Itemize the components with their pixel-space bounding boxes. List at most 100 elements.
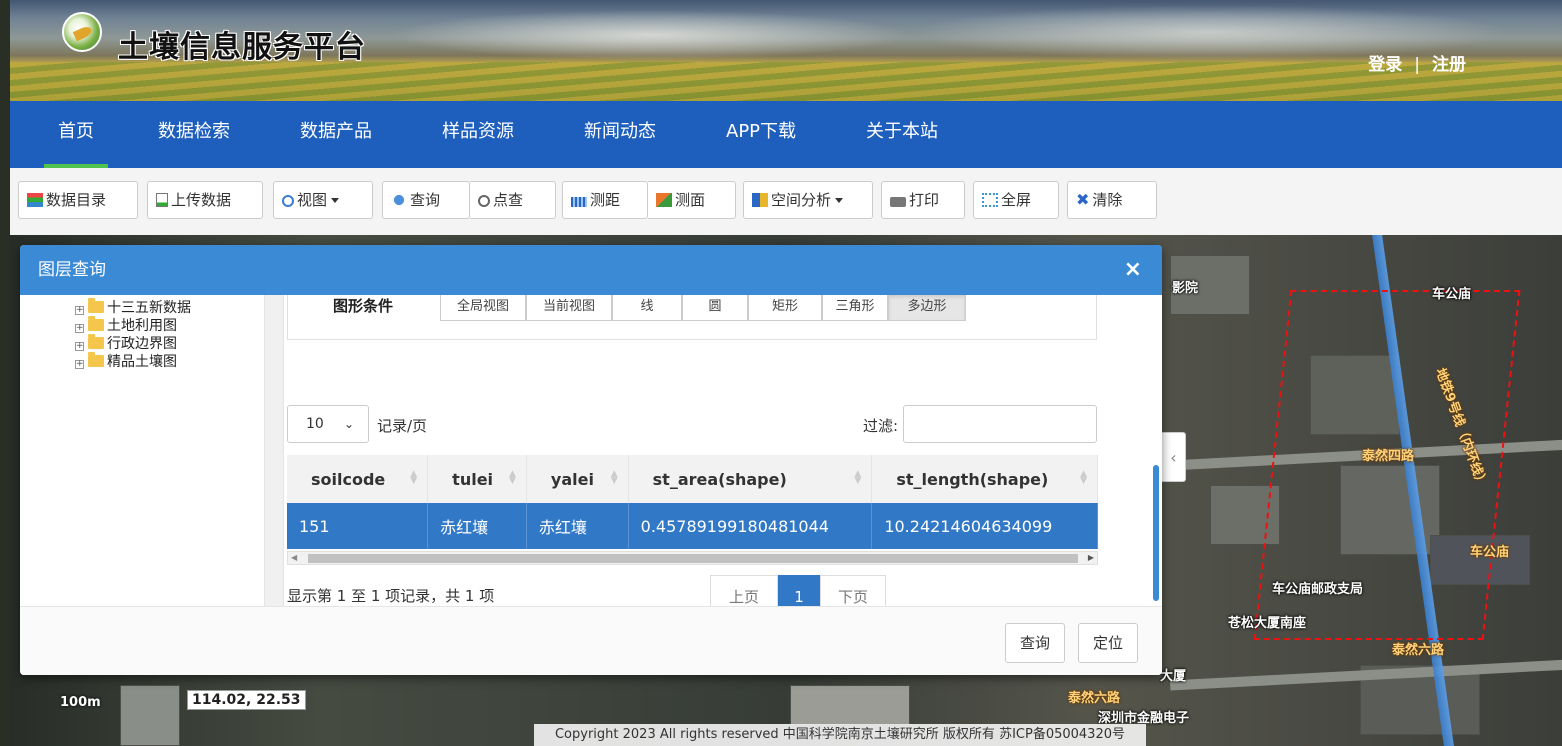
panel-divider[interactable] <box>264 295 284 606</box>
register-link[interactable]: 注册 <box>1432 55 1466 75</box>
layers-icon <box>27 193 43 207</box>
map-building <box>790 685 910 725</box>
site-title: 土壤信息服务平台 <box>118 30 366 65</box>
expand-icon[interactable]: + <box>75 360 84 369</box>
layer-query-dialog: 图层查询 × + 十三五新数据 + 土地利用图 + 行政边界图 + 精品土壤图 图形条件… <box>20 245 1162 675</box>
map-scale: 100m <box>60 695 101 710</box>
tree-item[interactable]: + 土地利用图 <box>75 316 191 335</box>
upload-file-icon <box>156 193 168 207</box>
sort-icon: ▲ ▼ <box>508 469 516 486</box>
chevron-down-icon <box>331 198 340 203</box>
nav-app-download[interactable]: APP下载 <box>726 101 796 168</box>
tree-item[interactable]: + 精品土壤图 <box>75 352 191 371</box>
nav-home[interactable]: 首页 <box>44 101 108 168</box>
scrollbar-thumb[interactable] <box>308 554 1078 563</box>
expand-icon[interactable]: + <box>75 324 84 333</box>
tree-item-label: 土地利用图 <box>107 318 177 334</box>
shape-condition-panel: 图形条件 全局视图 当前视图 线 圆 矩形 三角形 多边形 <box>287 295 1097 340</box>
column-header[interactable]: st_length(shape) ▲ ▼ <box>871 455 1098 503</box>
table-cell: 0.45789199180481044 <box>628 503 873 549</box>
measure-distance-button[interactable]: 测距 <box>562 181 648 219</box>
print-button[interactable]: 打印 <box>881 181 965 219</box>
scroll-left-icon[interactable]: ◀ <box>291 552 297 564</box>
tree-item-label: 精品土壤图 <box>107 354 177 370</box>
clear-button[interactable]: ✖ 清除 <box>1067 181 1157 219</box>
filter-input[interactable] <box>903 405 1097 443</box>
map-label: 车公庙邮政支局 <box>1272 582 1364 597</box>
map-toolbar: 数据目录 上传数据 视图 查询 点查 测距 测面 空间分析 打印 全屏 ✖ 清除 <box>10 168 1562 235</box>
records-per-page-label: 记录/页 <box>377 417 428 435</box>
dialog-title: 图层查询 <box>38 260 106 280</box>
page-size-select[interactable]: 10 ⌄ <box>287 405 369 443</box>
dialog-vertical-scrollbar[interactable] <box>1153 465 1159 601</box>
view-label: 视图 <box>297 191 328 209</box>
fullscreen-button[interactable]: 全屏 <box>973 181 1059 219</box>
condition-polygon[interactable]: 多边形 <box>888 295 966 321</box>
expand-icon[interactable]: + <box>75 342 84 351</box>
condition-current-view[interactable]: 当前视图 <box>526 295 612 321</box>
condition-rectangle[interactable]: 矩形 <box>748 295 822 321</box>
column-header[interactable]: tulei ▲ ▼ <box>427 455 527 503</box>
upload-data-button[interactable]: 上传数据 <box>147 181 263 219</box>
data-catalog-button[interactable]: 数据目录 <box>18 181 138 219</box>
filter-label: 过滤: <box>863 417 899 435</box>
table-horizontal-scrollbar[interactable]: ◀ ▶ <box>287 551 1098 565</box>
site-logo-icon[interactable] <box>62 12 102 52</box>
map-label: 泰然六路 <box>1068 691 1121 706</box>
query-button[interactable]: 查询 <box>382 181 470 219</box>
table-row[interactable]: 151 赤红壤 赤红壤 0.45789199180481044 10.24214… <box>287 503 1098 549</box>
condition-triangle[interactable]: 三角形 <box>822 295 888 321</box>
column-header[interactable]: yalei ▲ ▼ <box>526 455 629 503</box>
login-link[interactable]: 登录 <box>1368 55 1402 75</box>
fullscreen-label: 全屏 <box>1001 191 1032 209</box>
measure-area-button[interactable]: 测面 <box>648 181 736 219</box>
condition-global-view[interactable]: 全局视图 <box>440 295 526 321</box>
dialog-footer: 查询 定位 <box>20 606 1162 675</box>
map-label: 影院 <box>1172 281 1199 296</box>
map-label: 苍松大厦南座 <box>1228 616 1307 631</box>
folder-icon <box>88 316 104 331</box>
area-icon <box>656 193 672 207</box>
condition-line[interactable]: 线 <box>612 295 682 321</box>
side-panel-toggle[interactable]: ‹ <box>1162 432 1186 482</box>
view-dropdown-button[interactable]: 视图 <box>273 181 373 219</box>
table-header-row: soilcode ▲ ▼ tulei ▲ ▼ yalei ▲ ▼ st_area(shape… <box>287 455 1098 503</box>
measure-distance-label: 测距 <box>590 191 621 209</box>
column-header-label: tulei <box>452 469 494 489</box>
nav-about[interactable]: 关于本站 <box>866 101 938 168</box>
tree-item[interactable]: + 行政边界图 <box>75 334 191 353</box>
point-query-button[interactable]: 点查 <box>470 181 556 219</box>
banner-cloud <box>390 10 910 60</box>
column-header[interactable]: st_area(shape) ▲ ▼ <box>628 455 873 503</box>
footer-query-button[interactable]: 查询 <box>1005 623 1066 663</box>
chevron-down-icon: ⌄ <box>343 417 354 431</box>
column-header[interactable]: soilcode ▲ ▼ <box>287 455 429 503</box>
condition-circle[interactable]: 圆 <box>682 295 748 321</box>
search-icon <box>282 195 294 207</box>
tree-item[interactable]: + 十三五新数据 <box>75 298 191 317</box>
folder-icon <box>88 352 104 367</box>
point-search-icon <box>478 195 490 207</box>
column-header-label: st_length(shape) <box>896 469 1049 489</box>
nav-sample-resources[interactable]: 样品资源 <box>442 101 514 168</box>
query-label: 查询 <box>410 191 441 209</box>
map-building <box>120 685 180 746</box>
dialog-close-button[interactable]: × <box>1124 245 1142 295</box>
banner-field <box>10 62 1562 101</box>
nav-news[interactable]: 新闻动态 <box>584 101 656 168</box>
point-query-label: 点查 <box>493 191 524 209</box>
footer-locate-button[interactable]: 定位 <box>1078 623 1139 663</box>
expand-icon[interactable]: + <box>75 306 84 315</box>
sort-icon: ▲ ▼ <box>1080 469 1087 486</box>
scroll-right-icon[interactable]: ▶ <box>1088 552 1094 564</box>
ruler-icon <box>571 197 587 207</box>
map-label: 车公庙 <box>1432 287 1472 302</box>
spatial-analysis-button[interactable]: 空间分析 <box>743 181 873 219</box>
table-info: 显示第 1 至 1 项记录，共 1 项 <box>287 587 495 605</box>
column-header-label: yalei <box>550 469 594 489</box>
sort-icon: ▲ ▼ <box>610 469 618 486</box>
nav-data-search[interactable]: 数据检索 <box>158 101 230 168</box>
tree-item-label: 行政边界图 <box>107 336 177 352</box>
map-label: 车公庙 <box>1470 545 1510 560</box>
nav-data-products[interactable]: 数据产品 <box>300 101 372 168</box>
